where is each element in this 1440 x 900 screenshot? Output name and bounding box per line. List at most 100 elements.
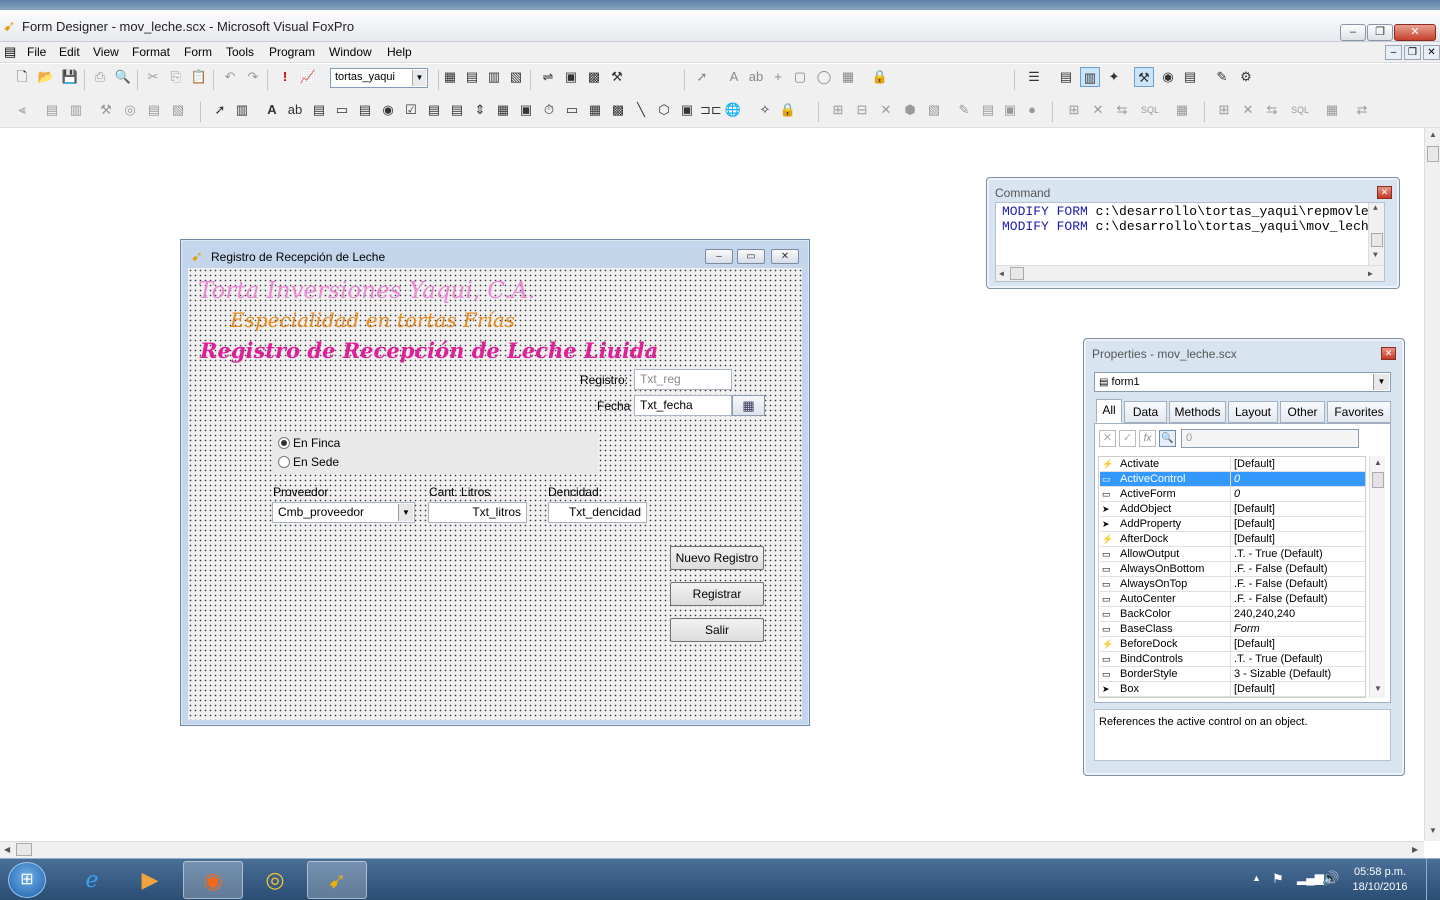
property-row[interactable]: ▭ BaseClass Form <box>1100 622 1365 637</box>
timer-control-icon[interactable]: ⏱ <box>539 100 559 120</box>
property-row[interactable]: ➤ AddProperty [Default] <box>1100 517 1365 532</box>
class-browser-icon[interactable]: ▤ <box>1056 67 1076 87</box>
class-icon[interactable]: ▧ <box>168 100 188 120</box>
menu-help[interactable]: Help <box>387 45 412 59</box>
open-file-icon[interactable]: 📂 <box>36 67 56 87</box>
db-edit-icon[interactable]: ✎ <box>954 100 974 120</box>
pageframe-control-icon[interactable]: ▭ <box>562 100 582 120</box>
settings-icon[interactable]: ⚙ <box>1236 67 1256 87</box>
property-row[interactable]: ➤ AddObject [Default] <box>1100 502 1365 517</box>
property-value[interactable]: 0 <box>1234 487 1240 502</box>
menu-program[interactable]: Program <box>269 45 315 59</box>
command-vscrollbar[interactable]: ▲ ▼ <box>1368 203 1384 265</box>
view-add-icon[interactable]: ⊞ <box>1214 100 1234 120</box>
property-row[interactable]: ▭ AllowOutput .T. - True (Default) <box>1100 547 1365 562</box>
command-close-button[interactable]: ✕ <box>1377 186 1392 199</box>
mdi-restore-button[interactable]: ❐ <box>1404 45 1421 60</box>
command-hscrollbar[interactable]: ◀ ▶ <box>996 265 1384 281</box>
checkbox-control-icon[interactable]: ☑ <box>401 100 421 120</box>
proveedor-combo[interactable]: Cmb_proveedor ▼ <box>272 502 415 523</box>
format-icon[interactable]: ▤ <box>144 100 164 120</box>
lock-tool-icon[interactable]: 🔒 <box>870 67 890 87</box>
combobox-control-icon[interactable]: ▤ <box>424 100 444 120</box>
db-browse-icon[interactable]: ▧ <box>924 100 944 120</box>
show-desktop-button[interactable] <box>1426 859 1440 900</box>
query-sql-icon[interactable]: SQL <box>1140 100 1160 120</box>
network-icon[interactable]: ▂▄▆ <box>1297 871 1324 885</box>
wizard-icon[interactable]: ⚒ <box>1134 67 1154 87</box>
command-text-area[interactable]: MODIFY FORM c:\desarrollo\tortas_yaqui\r… <box>995 202 1385 282</box>
property-row[interactable]: ➤ Box [Default] <box>1100 682 1365 697</box>
db-modify-icon[interactable]: ⬢ <box>900 100 920 120</box>
property-value[interactable]: .T. - True (Default) <box>1234 652 1323 667</box>
db-add-table-icon[interactable]: ⊞ <box>828 100 848 120</box>
run-icon[interactable]: ! <box>275 67 295 87</box>
property-value-input[interactable]: 0 <box>1181 429 1359 448</box>
property-row[interactable]: ▭ BackColor 240,240,240 <box>1100 607 1365 622</box>
property-value[interactable]: .F. - False (Default) <box>1234 592 1328 607</box>
horizontal-scroll-thumb[interactable] <box>16 843 32 856</box>
system-menu-icon[interactable]: ▤ <box>4 44 16 60</box>
view-classes-icon[interactable]: ▥ <box>232 100 252 120</box>
property-row[interactable]: ⚡ AfterDock [Default] <box>1100 532 1365 547</box>
form-minimize-button[interactable]: ‒ <box>705 249 733 264</box>
property-value[interactable]: [Default] <box>1234 502 1275 517</box>
firefox-icon[interactable]: ◉ <box>183 861 243 899</box>
db-view-icon[interactable]: ▤ <box>978 100 998 120</box>
query-remove-icon[interactable]: ✕ <box>1088 100 1108 120</box>
property-row[interactable]: ▭ BindControls .T. - True (Default) <box>1100 652 1365 667</box>
calendar-icon[interactable]: ▦ <box>732 395 765 416</box>
property-value[interactable]: .F. - False (Default) <box>1234 577 1328 592</box>
menu-file[interactable]: File <box>27 45 46 59</box>
fecha-textbox[interactable]: Txt_fecha <box>634 395 732 416</box>
button-lock2-icon[interactable]: 🔒 <box>778 100 798 120</box>
builder-wand-icon[interactable]: ✧ <box>755 100 775 120</box>
bring-front-icon[interactable]: ▤ <box>42 100 62 120</box>
project-combo[interactable]: tortas_yaqui ▼ <box>330 68 428 88</box>
property-row[interactable]: ▭ BorderStyle 3 - Sizable (Default) <box>1100 667 1365 682</box>
commandbutton-control-icon[interactable]: ▭ <box>332 100 352 120</box>
send-back-icon[interactable]: ▥ <box>66 100 86 120</box>
scroll-left-icon[interactable]: ◀ <box>4 845 10 854</box>
cut-icon[interactable]: ✂ <box>143 67 163 87</box>
property-value[interactable]: [Default] <box>1234 682 1275 697</box>
chevron-down-icon[interactable]: ▼ <box>398 504 413 521</box>
label-control-icon[interactable]: A <box>262 100 282 120</box>
command-line[interactable]: MODIFY FORM c:\desarrollo\tortas_yaqui\r… <box>1002 204 1384 219</box>
scroll-right-icon[interactable]: ▶ <box>1412 845 1418 854</box>
layout-toolbar-icon[interactable]: ⇌ <box>538 67 558 87</box>
property-value[interactable]: [Default] <box>1234 457 1275 472</box>
query-output-icon[interactable]: ▦ <box>1172 100 1192 120</box>
line-tool-icon[interactable]: + <box>768 67 788 87</box>
zoom-icon[interactable]: 🔍 <box>1159 430 1176 447</box>
cancel-icon[interactable]: ✕ <box>1099 430 1116 447</box>
paste-icon[interactable]: 📋 <box>189 67 209 87</box>
salir-button[interactable]: Salir <box>670 618 764 642</box>
separator-control-icon[interactable]: ⊐⊏ <box>700 100 722 120</box>
print-icon[interactable]: ⎙ <box>90 67 110 87</box>
save-icon[interactable]: 💾 <box>60 67 80 87</box>
registrar-button[interactable]: Registrar <box>670 582 764 606</box>
mdi-close-button[interactable]: ✕ <box>1423 45 1440 60</box>
chevron-down-icon[interactable]: ▼ <box>412 70 426 86</box>
volume-icon[interactable]: 🔊 <box>1322 870 1339 887</box>
picture-tool-icon[interactable]: ▦ <box>838 67 858 87</box>
action-center-flag-icon[interactable]: ⚑ <box>1272 871 1284 887</box>
tools-icon[interactable]: ⚒ <box>607 67 627 87</box>
print-preview-icon[interactable]: 🔍 <box>113 67 133 87</box>
pointer-icon[interactable]: ➚ <box>692 67 712 87</box>
tab-all[interactable]: All <box>1096 399 1122 423</box>
accept-icon[interactable]: ✓ <box>1119 430 1136 447</box>
property-scroll-thumb[interactable] <box>1372 472 1384 488</box>
property-value[interactable]: 3 - Sizable (Default) <box>1234 667 1331 682</box>
redo-icon[interactable]: ↷ <box>243 67 263 87</box>
property-row[interactable]: ⚡ BeforeDock [Default] <box>1100 637 1365 652</box>
vertical-scroll-thumb[interactable] <box>1427 146 1439 162</box>
tab-other[interactable]: Other <box>1280 401 1325 423</box>
litros-textbox[interactable]: Txt_litros <box>428 502 527 523</box>
command-hscroll-thumb[interactable] <box>1010 267 1024 280</box>
visual-foxpro-taskbar-icon[interactable]: ➹ <box>307 861 367 899</box>
property-value[interactable]: .T. - True (Default) <box>1234 547 1323 562</box>
image-control-icon[interactable]: ▣ <box>516 100 536 120</box>
property-value[interactable]: [Default] <box>1234 532 1275 547</box>
